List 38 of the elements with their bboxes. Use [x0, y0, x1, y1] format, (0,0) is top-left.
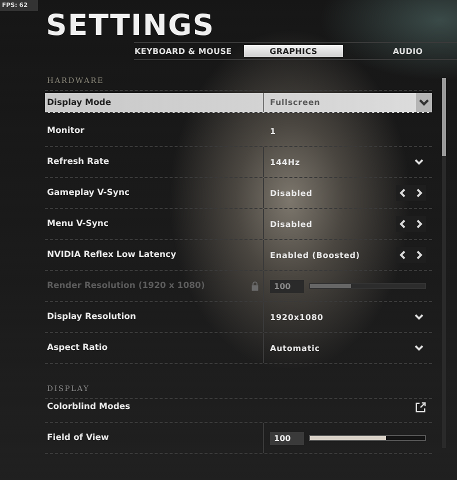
setting-row[interactable]: Field of View 100 [45, 423, 432, 454]
setting-value: Enabled (Boosted) [270, 250, 361, 260]
setting-label: Render Resolution (1920 x 1080) [46, 281, 206, 291]
setting-label: Display Mode [46, 98, 112, 108]
setting-value: Automatic [270, 344, 321, 352]
slider-value-field[interactable]: 100 [270, 432, 304, 444]
setting-label: Monitor [46, 126, 86, 136]
setting-row[interactable]: Colorblind Modes [45, 392, 432, 423]
setting-label: Colorblind Modes [46, 402, 132, 412]
lock-icon [251, 281, 259, 291]
setting-value: 1920x1080 [270, 312, 324, 322]
setting-value: 144Hz [270, 158, 302, 166]
setting-label: Gameplay V-Sync [46, 188, 131, 198]
setting-row[interactable]: Display Resolution 1920x1080 [45, 302, 432, 333]
tab[interactable]: KEYBOARD & MOUSE [134, 45, 232, 57]
setting-row[interactable]: Menu V-Sync Disabled [45, 209, 432, 240]
chevron-down-icon[interactable] [416, 93, 432, 112]
setting-row[interactable]: Display Mode Fullscreen [45, 93, 432, 113]
setting-label: Field of View [46, 433, 110, 443]
setting-label: Display Resolution [46, 312, 138, 322]
slider-track[interactable] [309, 435, 426, 441]
setting-value: Disabled [270, 188, 314, 198]
setting-value: Fullscreen [270, 98, 322, 107]
setting-label: NVIDIA Reflex Low Latency [46, 250, 178, 260]
setting-row[interactable]: Refresh Rate 144Hz [45, 147, 432, 178]
setting-label: Aspect Ratio [46, 343, 109, 353]
external-link-icon[interactable] [415, 402, 426, 412]
tab[interactable]: GRAPHICS [244, 45, 343, 57]
setting-label: Menu V-Sync [46, 219, 110, 229]
setting-value: Disabled [270, 220, 314, 228]
setting-value: 1 [270, 126, 277, 136]
setting-row[interactable]: Aspect Ratio Automatic [45, 333, 432, 364]
tab[interactable]: AUDIO [358, 45, 457, 57]
setting-row[interactable]: Gameplay V-Sync Disabled [45, 178, 432, 209]
setting-row[interactable]: Monitor 1 [45, 116, 432, 147]
page-title: SETTINGS [46, 10, 216, 40]
setting-row[interactable]: NVIDIA Reflex Low Latency Enabled (Boosted) [45, 240, 432, 271]
setting-label: Refresh Rate [46, 157, 110, 167]
